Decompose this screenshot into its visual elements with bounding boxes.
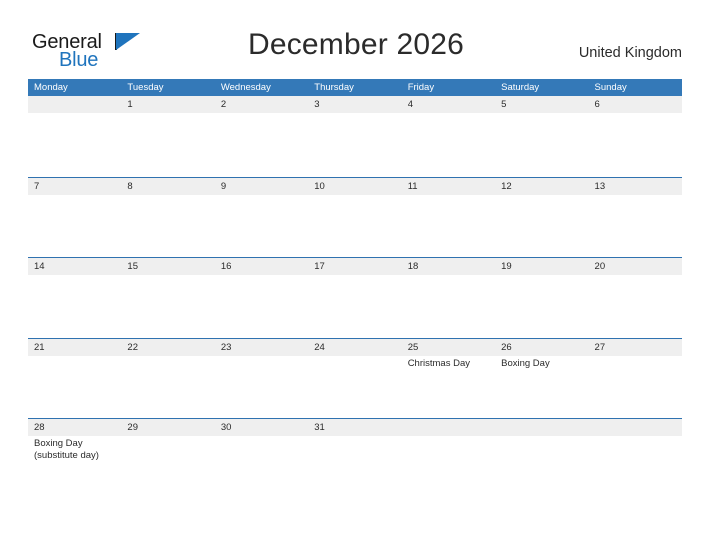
weekday-header-wednesday: Wednesday <box>220 82 271 93</box>
holiday-label: Boxing Day <box>34 438 83 450</box>
day-cell[interactable]: 29 <box>121 419 214 499</box>
day-number <box>501 419 588 436</box>
day-number: 20 <box>594 261 606 273</box>
weekday-header-tuesday: Tuesday <box>127 82 164 93</box>
day-number: 31 <box>314 422 325 434</box>
day-number: 2 <box>220 99 227 110</box>
day-cell[interactable]: 30 <box>215 419 308 499</box>
day-cell[interactable]: 8 <box>121 178 214 258</box>
day-cell[interactable]: 21 <box>28 339 121 419</box>
holiday-label: (substitute day) <box>34 450 99 462</box>
page-header: General Blue December 2026 United Kingdo… <box>0 0 712 78</box>
day-number: 1 <box>127 99 133 110</box>
day-cell-empty <box>402 419 495 499</box>
day-number <box>34 96 121 113</box>
day-number: 18 <box>407 261 419 273</box>
day-cell-empty <box>589 419 682 499</box>
day-number: 28 <box>34 422 45 434</box>
day-number: 23 <box>220 341 232 353</box>
day-cell[interactable]: 27 <box>589 339 682 419</box>
day-cell[interactable]: 22 <box>121 339 214 419</box>
day-cell[interactable]: 13 <box>589 178 682 258</box>
day-number <box>595 419 682 436</box>
holiday-label: Boxing Day <box>501 357 550 369</box>
day-cell[interactable]: 1 <box>121 96 214 177</box>
day-number: 14 <box>34 261 45 273</box>
day-cell[interactable]: 12 <box>495 178 588 258</box>
day-cell[interactable]: 7 <box>28 178 121 258</box>
weekday-header-thursday: Thursday <box>314 82 354 93</box>
day-number: 19 <box>501 261 512 273</box>
day-number: 21 <box>34 341 45 353</box>
holiday-label: Christmas Day <box>407 357 470 369</box>
day-events: Christmas Day <box>408 358 495 370</box>
day-number: 11 <box>407 180 418 192</box>
day-number <box>408 419 495 436</box>
day-cell[interactable]: 10 <box>308 178 401 258</box>
calendar-weeks: 1 2 3 4 5 6 7 8 9 10 11 12 13 14 15 16 17 18 19 20 21 22 23 24 2… <box>28 96 682 499</box>
day-cell[interactable]: 24 <box>308 339 401 419</box>
day-cell[interactable]: 11 <box>402 178 495 258</box>
day-number: 25 <box>407 341 419 353</box>
day-cell[interactable]: 26 Boxing Day <box>495 339 588 419</box>
day-cell[interactable]: 15 <box>121 258 214 338</box>
day-cell[interactable]: 5 <box>495 96 588 177</box>
day-cell[interactable]: 6 <box>589 96 682 177</box>
day-cell[interactable]: 23 <box>215 339 308 419</box>
day-cell[interactable]: 28 Boxing Day (substitute day) <box>28 419 121 499</box>
day-number: 7 <box>34 180 40 192</box>
day-number: 22 <box>127 341 138 353</box>
day-cell[interactable]: 19 <box>495 258 588 338</box>
day-number: 30 <box>220 422 232 434</box>
calendar-week-row: 7 8 9 10 11 12 13 <box>28 176 682 258</box>
day-number: 15 <box>127 261 138 273</box>
day-number: 6 <box>594 99 600 110</box>
day-number: 9 <box>220 180 227 192</box>
weekday-header-sunday: Sunday <box>594 82 627 93</box>
day-number: 17 <box>314 261 325 273</box>
day-cell-empty <box>28 96 121 177</box>
day-number: 29 <box>127 422 138 434</box>
day-cell[interactable]: 2 <box>215 96 308 177</box>
day-cell[interactable]: 20 <box>589 258 682 338</box>
day-cell[interactable]: 18 <box>402 258 495 338</box>
calendar-page: General Blue December 2026 United Kingdo… <box>0 0 712 550</box>
weekday-header-saturday: Saturday <box>501 82 540 93</box>
day-number: 13 <box>594 180 606 192</box>
day-number: 24 <box>314 341 325 353</box>
weekday-header-friday: Friday <box>407 82 435 93</box>
day-cell[interactable]: 3 <box>308 96 401 177</box>
day-cell[interactable]: 4 <box>402 96 495 177</box>
day-cell[interactable]: 17 <box>308 258 401 338</box>
calendar-week-row: 28 Boxing Day (substitute day) 29 30 31 <box>28 418 682 499</box>
weekday-header-monday: Monday <box>34 82 68 93</box>
calendar-grid: Monday Tuesday Wednesday Thursday Friday… <box>28 79 682 499</box>
calendar-week-row: 21 22 23 24 25 Christmas Day 26 Boxing Day 27 <box>28 337 682 419</box>
day-number: 10 <box>314 180 325 192</box>
day-number: 3 <box>314 99 320 110</box>
region-label: United Kingdom <box>578 45 682 61</box>
day-number: 8 <box>127 180 133 192</box>
day-number: 4 <box>407 99 413 110</box>
day-cell[interactable]: 25 Christmas Day <box>402 339 495 419</box>
day-cell[interactable]: 16 <box>215 258 308 338</box>
day-number: 27 <box>594 341 606 353</box>
day-number: 26 <box>501 341 512 353</box>
day-cell[interactable]: 14 <box>28 258 121 338</box>
day-events: Boxing Day <box>501 358 588 370</box>
day-cell[interactable]: 31 <box>308 419 401 499</box>
day-number: 5 <box>501 99 507 110</box>
day-cell-empty <box>495 419 588 499</box>
day-cell[interactable]: 9 <box>215 178 308 258</box>
day-number: 16 <box>220 261 232 273</box>
weekday-header-row: Monday Tuesday Wednesday Thursday Friday… <box>28 79 682 96</box>
day-events: Boxing Day (substitute day) <box>34 438 121 462</box>
calendar-week-row: 14 15 16 17 18 19 20 <box>28 257 682 338</box>
calendar-week-row: 1 2 3 4 5 6 <box>28 96 682 177</box>
day-number: 12 <box>501 180 512 192</box>
